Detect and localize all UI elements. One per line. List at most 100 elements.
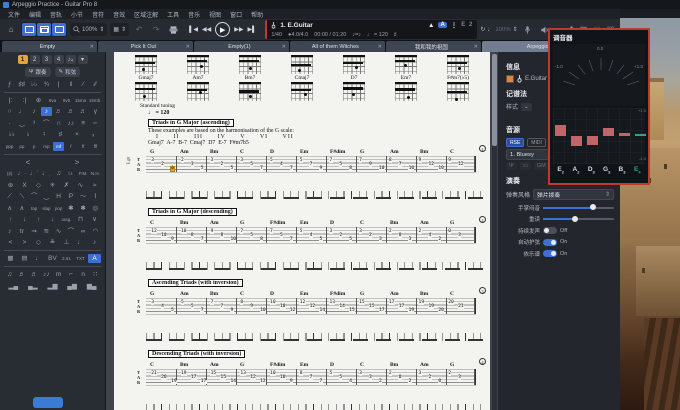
strum-patterns-tool[interactable]: ▄▂ [24, 282, 43, 291]
articulations-tool[interactable]: ♩· [16, 169, 27, 178]
voice-button-3[interactable]: 3 [42, 55, 52, 64]
text-tools-tool[interactable]: ♩ [32, 254, 45, 263]
fret-number[interactable]: 0 [171, 167, 174, 171]
auto-mode-badge[interactable]: A [438, 22, 446, 28]
chord-diagram-grid[interactable] [291, 82, 313, 101]
fret-number[interactable]: 3 [329, 230, 332, 234]
tap-slap-pop-tool[interactable]: ∧ [16, 204, 27, 213]
fret-number[interactable]: 9 [290, 380, 293, 384]
fret-number[interactable]: 13 [329, 301, 335, 305]
bends-slides-tool[interactable]: ⌇ [90, 192, 101, 201]
fret-number[interactable]: 2 [181, 159, 184, 163]
fret-number[interactable]: 2 [418, 230, 421, 234]
beam-grouping-tool[interactable]: n [78, 270, 89, 279]
menu-item[interactable]: 音轨 [46, 10, 66, 19]
fret-number[interactable]: 5 [200, 167, 203, 171]
slider-knob[interactable] [590, 204, 596, 210]
durations-tool[interactable]: ♬ [65, 107, 76, 116]
dots-ties-tuplets-tool[interactable]: ‿ [16, 119, 27, 128]
accents-fermata-tool[interactable]: ⊥ [60, 238, 73, 247]
tab-staff[interactable]: 3455577798910101012121214131415151517171… [146, 298, 476, 315]
articulations-tool[interactable]: N.H. [90, 169, 101, 178]
tuner-string-D3[interactable]: D3 [584, 166, 599, 174]
fret-number[interactable]: 0 [398, 234, 401, 238]
zoom-control[interactable]: 100%⇕ [70, 23, 107, 36]
fret-number[interactable]: 7 [270, 230, 273, 234]
fret-number[interactable]: 14 [230, 380, 236, 384]
document-tab[interactable]: Empty✕ [2, 41, 97, 52]
page-view-button[interactable] [22, 23, 36, 36]
forward-button[interactable]: ▶▶ [234, 26, 243, 33]
fret-number[interactable]: 12 [260, 380, 266, 384]
accents-fermata-tool[interactable]: ♪ [88, 238, 101, 247]
grace-trill-arp-tool[interactable]: ♪ [4, 227, 15, 236]
fret-number[interactable]: 20 [438, 309, 444, 313]
dead-harmonics-tool[interactable]: ⊛ [4, 181, 17, 190]
tuner-string-B3[interactable]: B3 [614, 166, 629, 174]
palette-button-和弦[interactable]: ✎和弦 [55, 67, 81, 77]
repeats-octaves-tool[interactable]: 15mb [88, 96, 101, 105]
menu-item[interactable]: 编辑 [25, 10, 45, 19]
menu-item[interactable]: 音符 [88, 10, 108, 19]
strokes-fingers-tool[interactable]: ∨ [88, 215, 101, 224]
dead-harmonics-tool[interactable]: X [18, 181, 31, 190]
menu-item[interactable]: 文件 [4, 10, 24, 19]
grace-trill-arp-tool[interactable]: ∞ [78, 227, 89, 236]
document-tab[interactable]: 我和我的祖国✕ [386, 41, 481, 52]
dead-harmonics-tool[interactable]: ◇ [32, 181, 45, 190]
fret-number[interactable]: 5 [171, 309, 174, 313]
durations-tool[interactable]: ♬ [53, 107, 64, 116]
score-scrollbar[interactable] [492, 54, 497, 410]
hairpins-tool[interactable]: > [53, 158, 101, 167]
dynamics-tool[interactable]: f [65, 142, 76, 151]
strokes-fingers-tool[interactable]: ↑ [32, 215, 45, 224]
fret-number[interactable]: 10 [260, 309, 266, 313]
dynamics-tool[interactable]: p [29, 142, 40, 151]
chord-diagram-grid[interactable] [395, 55, 417, 74]
tap-slap-pop-tool[interactable]: ✱ [65, 204, 76, 213]
grace-trill-arp-tool[interactable]: ⇝ [29, 227, 40, 236]
document-tab[interactable]: Pick It Out✕ [98, 41, 193, 52]
fret-number[interactable]: 10 [230, 238, 236, 242]
repeats-octaves-tool[interactable]: 15ma [74, 96, 87, 105]
fret-number[interactable]: 4 [428, 234, 431, 238]
dots-ties-tuplets-tool[interactable]: ∽ [90, 119, 101, 128]
tab-staff[interactable]: 121091087981075875754532532320324203 [146, 227, 476, 244]
durations-tool[interactable]: ♩ [16, 107, 27, 116]
text-tools-tool[interactable]: TXT [74, 254, 87, 263]
dead-harmonics-tool[interactable]: ✗ [60, 181, 73, 190]
slider-knob[interactable] [572, 216, 578, 222]
fret-number[interactable]: 3 [379, 238, 382, 242]
dots-ties-tuplets-tool[interactable]: ³ [29, 119, 40, 128]
fret-number[interactable]: 9 [250, 305, 253, 309]
fret-number[interactable]: 5 [270, 159, 273, 163]
speed-stepper[interactable]: ⇕ [513, 26, 518, 33]
grace-trill-arp-tool[interactable]: ≋ [41, 227, 52, 236]
fret-number[interactable]: 12 [290, 309, 296, 313]
skip-start-button[interactable]: ▌◀ [189, 26, 198, 33]
fret-number[interactable]: 9 [171, 238, 174, 242]
fret-number[interactable]: 14 [339, 305, 345, 309]
accents-fermata-tool[interactable]: > [18, 238, 31, 247]
toggle-switch[interactable] [543, 250, 557, 257]
fret-number[interactable]: 19 [428, 305, 434, 309]
repeats-octaves-tool[interactable]: 8va [46, 96, 59, 105]
voice-button-2[interactable]: 2 [30, 55, 40, 64]
repeats-octaves-tool[interactable]: |: [4, 96, 17, 105]
fret-number[interactable]: 5 [339, 163, 342, 167]
tab-close-icon[interactable]: ✕ [282, 44, 286, 50]
bends-slides-tool[interactable]: 〜 [78, 192, 89, 201]
repeats-octaves-tool[interactable]: ⊕ [32, 96, 45, 105]
bends-slides-tool[interactable]: H [53, 192, 64, 201]
slider-手掌闷音[interactable] [543, 207, 614, 209]
dynamics-tool[interactable]: ff [78, 142, 89, 151]
fret-number[interactable]: 10 [270, 301, 276, 305]
fret-number[interactable]: 10 [280, 376, 286, 380]
tap-slap-pop-tool[interactable]: ◎ [90, 204, 101, 213]
fret-number[interactable]: 7 [210, 301, 213, 305]
fret-number[interactable]: 7 [200, 309, 203, 313]
home-button[interactable]: ⌂ [4, 23, 18, 36]
dots-ties-tuplets-tool[interactable]: ≡ [78, 119, 89, 128]
chord-diagram-grid[interactable] [187, 82, 209, 101]
fret-number[interactable]: 12 [299, 301, 305, 305]
